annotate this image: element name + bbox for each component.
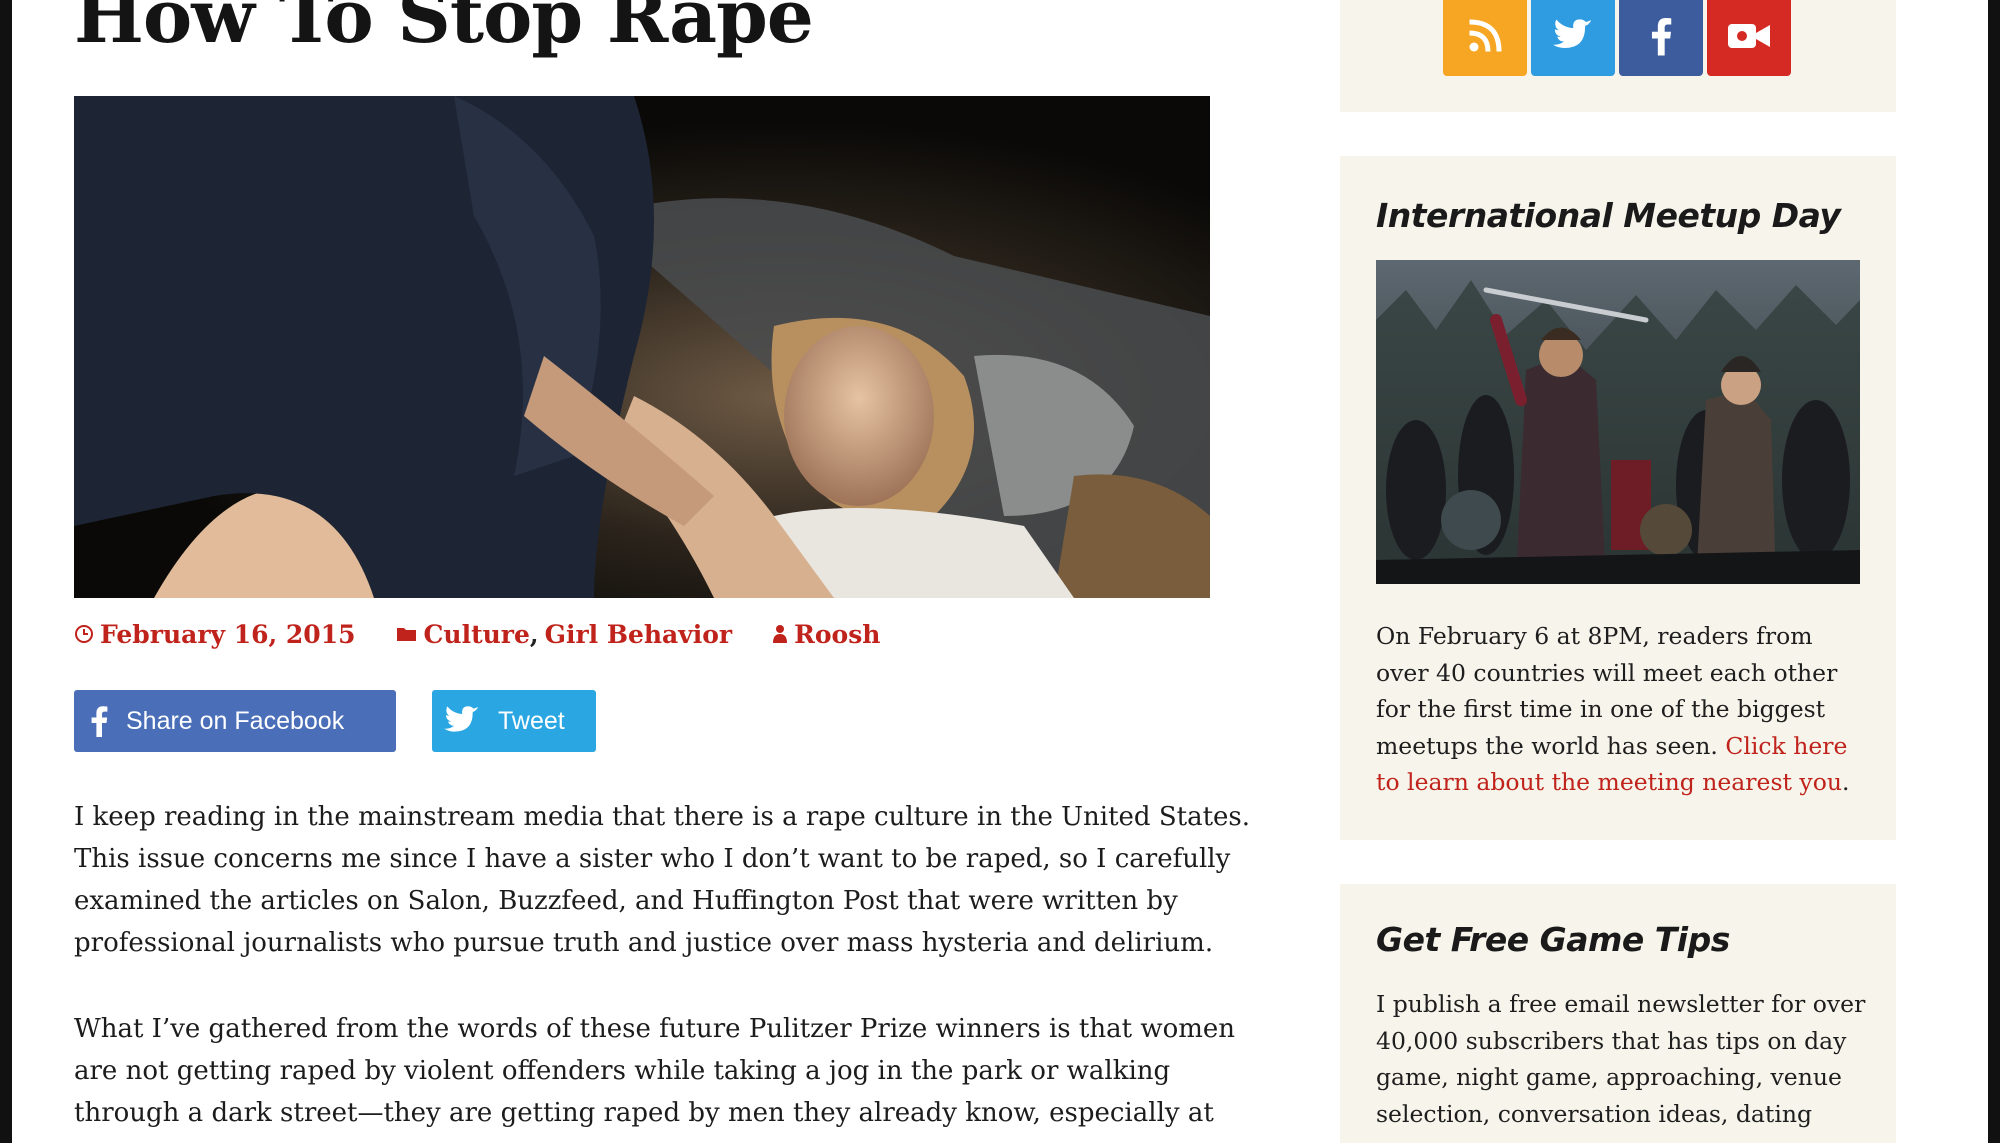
category-link-culture[interactable]: Culture: [424, 620, 530, 649]
featured-image[interactable]: [74, 96, 1210, 598]
twitter-icon: [444, 706, 480, 736]
game-tips-widget: Get Free Game Tips I publish a free emai…: [1340, 884, 1896, 1143]
post-author-name: Roosh: [794, 619, 881, 649]
facebook-icon: [1650, 16, 1672, 61]
rss-button[interactable]: [1443, 0, 1527, 76]
meetup-image[interactable]: [1376, 260, 1860, 584]
clock-icon: [74, 624, 94, 644]
social-widget: [1340, 0, 1896, 112]
facebook-icon: [90, 705, 108, 737]
page: How To Stop Rape February 16, 2015 Cultu…: [12, 0, 1988, 1143]
article-body: I keep reading in the mainstream media t…: [74, 796, 1254, 1143]
category-link-girl-behavior[interactable]: Girl Behavior: [545, 620, 733, 649]
meetup-description: On February 6 at 8PM, readers from over …: [1376, 618, 1868, 801]
featured-photo: [74, 96, 1210, 598]
video-camera-icon: [1726, 21, 1772, 56]
twitter-icon: [1552, 18, 1594, 58]
twitter-follow-button[interactable]: [1531, 0, 1615, 76]
rss-icon: [1467, 18, 1503, 59]
post-author[interactable]: Roosh: [772, 620, 880, 649]
article-paragraph-2: What I’ve gathered from the words of the…: [74, 1014, 1236, 1128]
facebook-follow-button[interactable]: [1619, 0, 1703, 76]
post-meta: February 16, 2015 Culture , Girl Behavio…: [74, 616, 920, 652]
post-title[interactable]: How To Stop Rape: [74, 0, 814, 62]
tweet-button[interactable]: Tweet: [432, 690, 596, 752]
article-paragraph-1: I keep reading in the mainstream media t…: [74, 802, 1251, 958]
share-buttons: Share on Facebook Tweet: [74, 690, 596, 752]
user-icon: [772, 624, 788, 644]
post-categories: Culture , Girl Behavior: [396, 619, 733, 649]
tweet-label: Tweet: [498, 706, 565, 735]
share-facebook-button[interactable]: Share on Facebook: [74, 690, 396, 752]
meetup-link-period: .: [1841, 768, 1850, 796]
category-separator: ,: [529, 619, 539, 649]
share-facebook-label: Share on Facebook: [126, 706, 345, 735]
post-date[interactable]: February 16, 2015: [74, 620, 356, 649]
game-tips-text: I publish a free email newsletter for ov…: [1376, 990, 1866, 1128]
video-channel-button[interactable]: [1707, 0, 1791, 76]
meetup-widget: International Meetup Day On February 6 a…: [1340, 156, 1896, 840]
social-icons: [1443, 0, 1795, 76]
folder-icon: [396, 625, 418, 643]
battle-artwork: [1376, 260, 1860, 584]
post-date-text: February 16, 2015: [100, 619, 356, 649]
meetup-widget-title: International Meetup Day: [1376, 196, 1841, 235]
game-tips-title: Get Free Game Tips: [1376, 920, 1730, 959]
